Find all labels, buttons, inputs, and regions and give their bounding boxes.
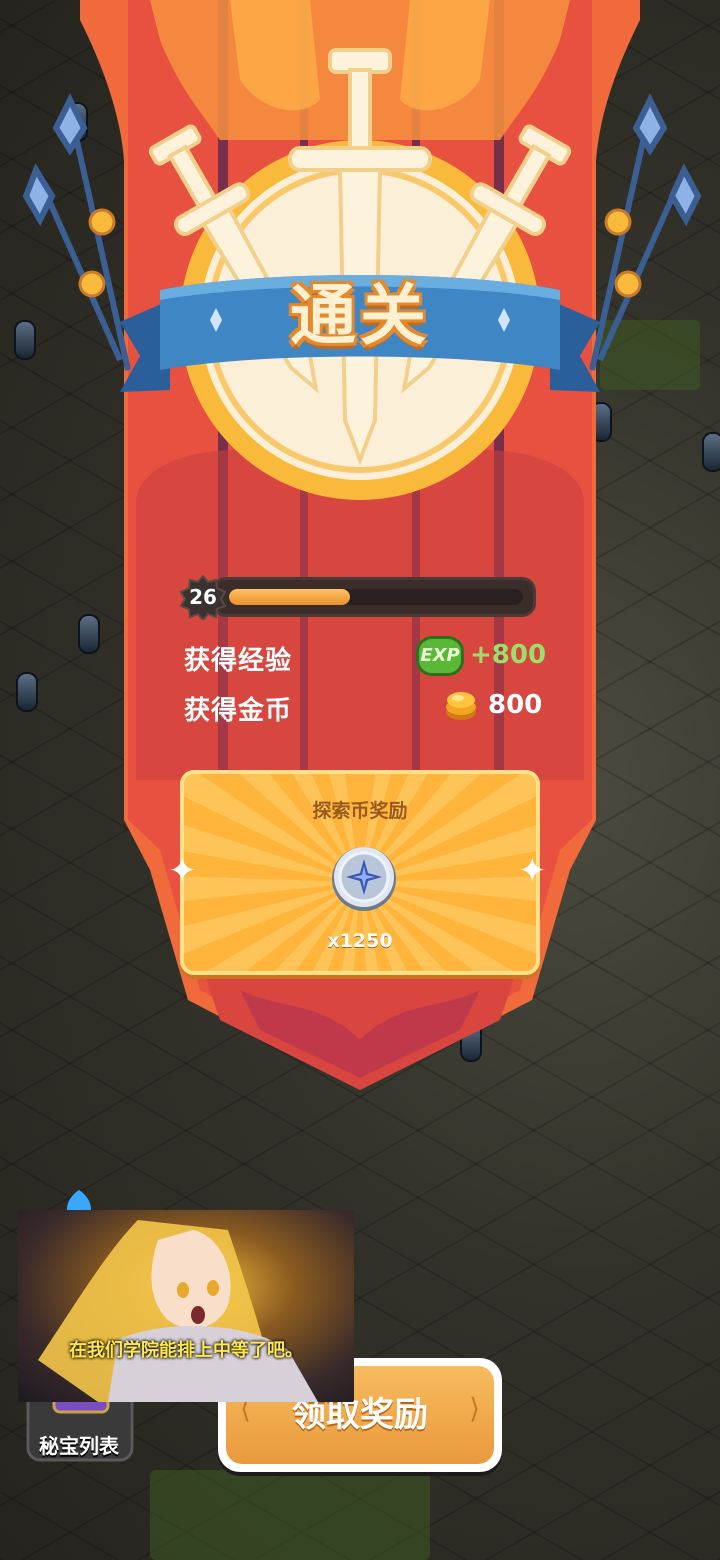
sparkle-icon: ✦: [168, 851, 197, 891]
grass-patch: [150, 1470, 430, 1560]
floating-video-overlay[interactable]: 在我们学院能排上中等了吧。: [18, 1210, 354, 1402]
sparkle-icon: ✦: [518, 851, 547, 891]
exp-progress-fill: [229, 589, 350, 605]
exploration-coin-icon: [332, 847, 396, 911]
gold-label: 获得金币: [184, 696, 293, 726]
anime-character-image: [38, 1220, 318, 1402]
victory-title: 通关: [290, 277, 430, 354]
exp-value: +800: [470, 640, 547, 670]
video-subtitle: 在我们学院能排上中等了吧。: [69, 1340, 303, 1361]
exp-label: 获得经验: [184, 646, 293, 676]
exp-progress-track: [229, 589, 523, 605]
reward-card-title: 探索币奖励: [312, 800, 408, 822]
chevron-right-icon: ⟩: [469, 1392, 480, 1425]
exploration-coin-reward-card: 探索币奖励 x1250: [180, 770, 540, 975]
reward-count: x1250: [327, 930, 393, 952]
gold-value: 800: [488, 690, 543, 720]
gold-coin-icon: [446, 692, 476, 720]
treasure-list-label: 秘宝列表: [39, 1434, 119, 1458]
exp-icon: EXP: [416, 636, 464, 676]
exp-progress-bar: [212, 577, 536, 617]
player-level: 26: [189, 585, 217, 609]
